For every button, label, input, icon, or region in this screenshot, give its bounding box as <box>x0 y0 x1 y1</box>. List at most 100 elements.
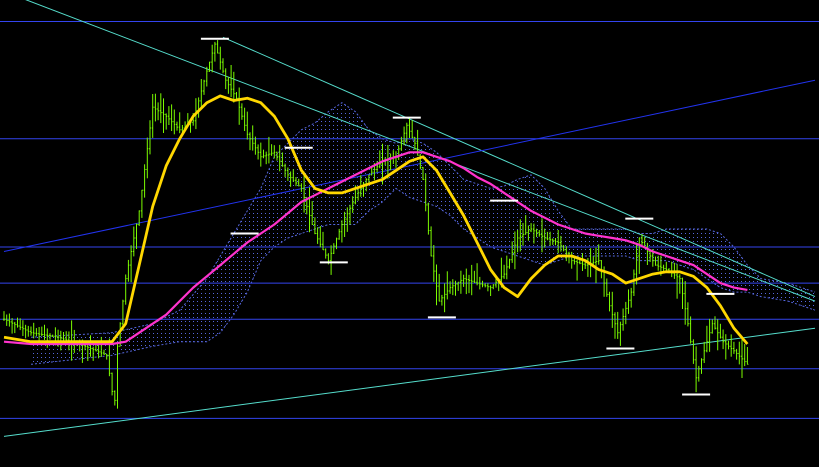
trendline-blue-rising <box>3 79 816 252</box>
candle <box>140 189 143 218</box>
candle <box>130 245 133 283</box>
candle <box>503 264 506 279</box>
candle <box>173 109 176 135</box>
candle <box>470 264 473 296</box>
candle <box>616 311 619 339</box>
candle <box>473 270 476 283</box>
candle <box>714 316 716 330</box>
candle <box>611 291 614 328</box>
candle <box>30 326 32 336</box>
candle <box>486 283 489 292</box>
candle <box>213 41 216 62</box>
candle <box>716 319 719 351</box>
candle <box>232 71 235 103</box>
candle <box>697 365 700 382</box>
candle <box>681 277 684 309</box>
candle <box>484 283 487 288</box>
candle <box>224 68 227 90</box>
candle <box>227 76 230 94</box>
candle <box>462 274 465 287</box>
candle <box>238 87 241 125</box>
candle <box>132 226 135 257</box>
candle <box>741 337 743 378</box>
candle <box>211 44 214 73</box>
candle <box>430 226 433 257</box>
candle <box>162 98 165 133</box>
candle <box>692 339 695 364</box>
candle <box>446 271 449 300</box>
candle <box>267 136 270 164</box>
candle <box>711 319 714 334</box>
candle <box>219 46 222 70</box>
candle <box>319 226 322 248</box>
chart-canvas[interactable] <box>0 0 819 467</box>
candle <box>459 270 462 294</box>
candle <box>146 137 149 179</box>
candle <box>738 341 741 365</box>
cloud-fill <box>31 102 815 365</box>
candle <box>265 151 268 165</box>
candle <box>730 334 733 357</box>
candle <box>157 102 160 121</box>
candle <box>200 79 203 109</box>
candle <box>678 274 681 294</box>
candle <box>411 120 414 139</box>
candle <box>176 121 178 131</box>
candle <box>222 58 224 74</box>
candle <box>492 284 495 290</box>
candle <box>435 264 438 306</box>
candle <box>8 313 11 327</box>
candle <box>624 301 627 325</box>
candle <box>257 144 260 160</box>
candle <box>216 40 219 54</box>
candle <box>508 258 511 269</box>
candle <box>24 324 27 339</box>
candle <box>27 325 30 337</box>
candle <box>316 227 319 244</box>
candle <box>408 117 411 138</box>
candle <box>476 263 479 286</box>
candle <box>259 142 262 167</box>
candle <box>124 274 127 305</box>
candle <box>111 372 114 396</box>
candle <box>170 104 173 131</box>
candle <box>324 248 327 259</box>
candle <box>724 334 727 360</box>
candle <box>243 107 246 131</box>
candle <box>235 92 238 100</box>
candle <box>684 281 687 325</box>
candle <box>703 341 706 363</box>
candle <box>143 164 146 198</box>
candle <box>732 341 735 354</box>
candle <box>197 97 200 118</box>
candle <box>205 66 208 87</box>
candle <box>438 273 441 302</box>
candle <box>708 318 711 352</box>
candle <box>465 268 468 295</box>
candle <box>670 261 673 278</box>
candle <box>432 245 435 282</box>
candle <box>608 291 611 312</box>
candle <box>254 136 257 155</box>
forex-chart[interactable] <box>0 0 819 467</box>
candle <box>251 125 254 151</box>
candle <box>240 103 243 120</box>
candle <box>727 340 730 350</box>
candle <box>676 264 679 299</box>
candle <box>605 278 608 297</box>
candle <box>165 113 168 130</box>
candle <box>230 65 233 98</box>
candle <box>149 120 151 155</box>
candle <box>627 289 630 314</box>
candle <box>154 93 157 122</box>
candle <box>5 314 8 326</box>
candle <box>167 106 170 125</box>
candle <box>719 323 722 339</box>
candle <box>40 326 43 337</box>
candle <box>3 311 5 321</box>
candle <box>443 283 446 313</box>
candle <box>203 79 205 95</box>
candle <box>159 93 162 124</box>
candle <box>178 112 181 134</box>
candle <box>451 279 454 296</box>
